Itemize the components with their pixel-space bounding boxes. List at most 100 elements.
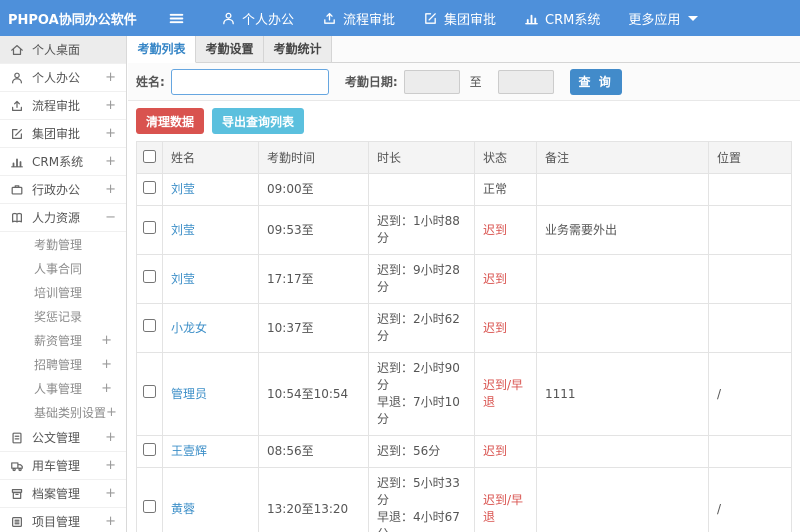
expand-plus-icon[interactable]: +: [106, 405, 117, 420]
nav-item-5[interactable]: 更多应用: [614, 0, 712, 36]
tab-2[interactable]: 考勤设置: [196, 36, 264, 62]
sidebar-subitem-5[interactable]: 薪资管理 +: [0, 328, 126, 352]
sidebar-item-label: 个人桌面: [32, 43, 81, 57]
column-header-3: 时长: [368, 141, 475, 174]
row-checkbox[interactable]: [143, 180, 156, 194]
expand-plus-icon[interactable]: +: [105, 98, 116, 113]
list-icon: [10, 515, 24, 529]
select-all-checkbox[interactable]: [143, 149, 156, 163]
clear-data-button[interactable]: 清理数据: [136, 108, 205, 134]
edit-icon: [10, 127, 24, 141]
row-checkbox-cell: [136, 303, 163, 353]
nav-item-2[interactable]: 流程审批: [308, 0, 409, 36]
attendance-table: 姓名 考勤时间 时长 状态 备注 位置 刘莹 09:00至 正常 刘莹 09:53至 迟到：1小时8…: [136, 141, 792, 532]
sidebar-subitem-2[interactable]: 人事合同: [0, 256, 126, 280]
sidebar: 个人桌面 个人办公 + 流程审批 + 集团审批 + CRM系统 + 行政办公 + 人力资源 − 考勤管理人…: [0, 36, 127, 532]
tab-bar: 考勤列表 考勤设置 考勤统计: [128, 36, 800, 63]
expand-plus-icon[interactable]: +: [101, 333, 112, 348]
sidebar-item-5[interactable]: CRM系统 +: [0, 148, 126, 176]
expand-plus-icon[interactable]: +: [105, 154, 116, 169]
attendance-time-cell: 09:00至: [258, 173, 369, 206]
upload-icon: [10, 99, 24, 113]
sidebar-item-6[interactable]: 行政办公 +: [0, 176, 126, 204]
search-button[interactable]: 查 询: [569, 68, 622, 95]
expand-plus-icon[interactable]: +: [105, 458, 116, 473]
collapse-minus-icon[interactable]: −: [105, 210, 116, 225]
sidebar-item-11[interactable]: 项目管理 +: [0, 508, 126, 532]
sidebar-item-2[interactable]: 个人办公 +: [0, 64, 126, 92]
expand-plus-icon[interactable]: +: [105, 514, 116, 529]
nav-item-label: CRM系统: [545, 12, 601, 28]
row-checkbox[interactable]: [143, 500, 156, 513]
expand-plus-icon[interactable]: +: [105, 182, 116, 197]
note-cell: 1111: [536, 352, 709, 436]
home-icon: [10, 43, 24, 57]
sidebar-subitem-3[interactable]: 培训管理: [0, 280, 126, 304]
table-row: 刘莹 09:00至 正常: [136, 173, 792, 206]
nav-item-1[interactable]: 个人办公: [207, 0, 308, 36]
duration-cell: 迟到：9小时28分: [368, 254, 475, 304]
expand-plus-icon[interactable]: +: [105, 430, 116, 445]
sidebar-toggle-button[interactable]: [168, 10, 185, 27]
sidebar-subitem-7[interactable]: 人事管理 +: [0, 376, 126, 400]
sidebar-item-label: 流程审批: [32, 99, 81, 113]
name-cell: 小龙女: [162, 303, 259, 353]
employee-name-link[interactable]: 王壹辉: [171, 444, 207, 458]
employee-name-link[interactable]: 刘莹: [171, 182, 195, 196]
date-to-input[interactable]: [497, 69, 554, 94]
nav-item-label: 集团审批: [444, 12, 497, 28]
row-checkbox[interactable]: [143, 442, 156, 456]
attendance-time-cell: 17:17至: [258, 254, 369, 304]
sidebar-subitem-1[interactable]: 考勤管理: [0, 232, 126, 256]
employee-name-link[interactable]: 小龙女: [171, 321, 207, 335]
nav-item-label: 个人办公: [242, 12, 295, 28]
tab-1[interactable]: 考勤列表: [128, 36, 196, 63]
sidebar-subitem-6[interactable]: 招聘管理 +: [0, 352, 126, 376]
row-checkbox-cell: [136, 352, 163, 436]
location-cell: [708, 173, 792, 206]
sidebar-item-8[interactable]: 公文管理 +: [0, 424, 126, 452]
duration-line: 早退：4小时67分: [377, 510, 460, 532]
sidebar-subitem-4[interactable]: 奖惩记录: [0, 304, 126, 328]
date-from-input[interactable]: [403, 69, 460, 94]
employee-name-link[interactable]: 管理员: [171, 387, 207, 401]
duration-cell: 迟到：56分: [368, 435, 475, 468]
name-filter-input[interactable]: [170, 68, 329, 95]
sidebar-item-10[interactable]: 档案管理 +: [0, 480, 126, 508]
sidebar-item-1[interactable]: 个人桌面: [0, 36, 126, 64]
expand-plus-icon[interactable]: +: [101, 357, 112, 372]
name-cell: 管理员: [162, 352, 259, 436]
expand-plus-icon[interactable]: +: [105, 70, 116, 85]
select-all-header-cell: [136, 141, 163, 174]
row-checkbox-cell: [136, 254, 163, 304]
sidebar-item-3[interactable]: 流程审批 +: [0, 92, 126, 120]
chart-icon: [10, 155, 24, 169]
duration-line: 迟到：2小时90分: [377, 361, 460, 392]
nav-item-3[interactable]: 集团审批: [409, 0, 510, 36]
note-cell: [536, 173, 709, 206]
export-list-button[interactable]: 导出查询列表: [212, 108, 305, 134]
location-cell: [708, 435, 792, 468]
employee-name-link[interactable]: 刘莹: [171, 223, 195, 237]
row-checkbox[interactable]: [143, 385, 156, 398]
expand-plus-icon[interactable]: +: [105, 486, 116, 501]
sidebar-item-7[interactable]: 人力资源 −: [0, 204, 126, 232]
nav-item-4[interactable]: CRM系统: [510, 0, 614, 36]
sidebar-item-4[interactable]: 集团审批 +: [0, 120, 126, 148]
tab-3[interactable]: 考勤统计: [264, 36, 332, 62]
employee-name-link[interactable]: 刘莹: [171, 272, 195, 286]
row-checkbox[interactable]: [143, 319, 156, 332]
row-checkbox[interactable]: [143, 270, 156, 283]
nav-item-label: 流程审批: [343, 12, 396, 28]
sidebar-subitem-8[interactable]: 基础类别设置 +: [0, 400, 126, 424]
employee-name-link[interactable]: 黄蓉: [171, 502, 195, 516]
upload-icon: [322, 11, 337, 26]
duration-cell: 迟到：2小时62分: [368, 303, 475, 353]
name-cell: 刘莹: [162, 173, 259, 206]
expand-plus-icon[interactable]: +: [101, 381, 112, 396]
sidebar-item-9[interactable]: 用车管理 +: [0, 452, 126, 480]
table-row: 王壹辉 08:56至 迟到：56分 迟到: [136, 435, 792, 468]
sidebar-subitem-label: 基础类别设置: [34, 405, 107, 420]
row-checkbox[interactable]: [143, 221, 156, 234]
expand-plus-icon[interactable]: +: [105, 126, 116, 141]
